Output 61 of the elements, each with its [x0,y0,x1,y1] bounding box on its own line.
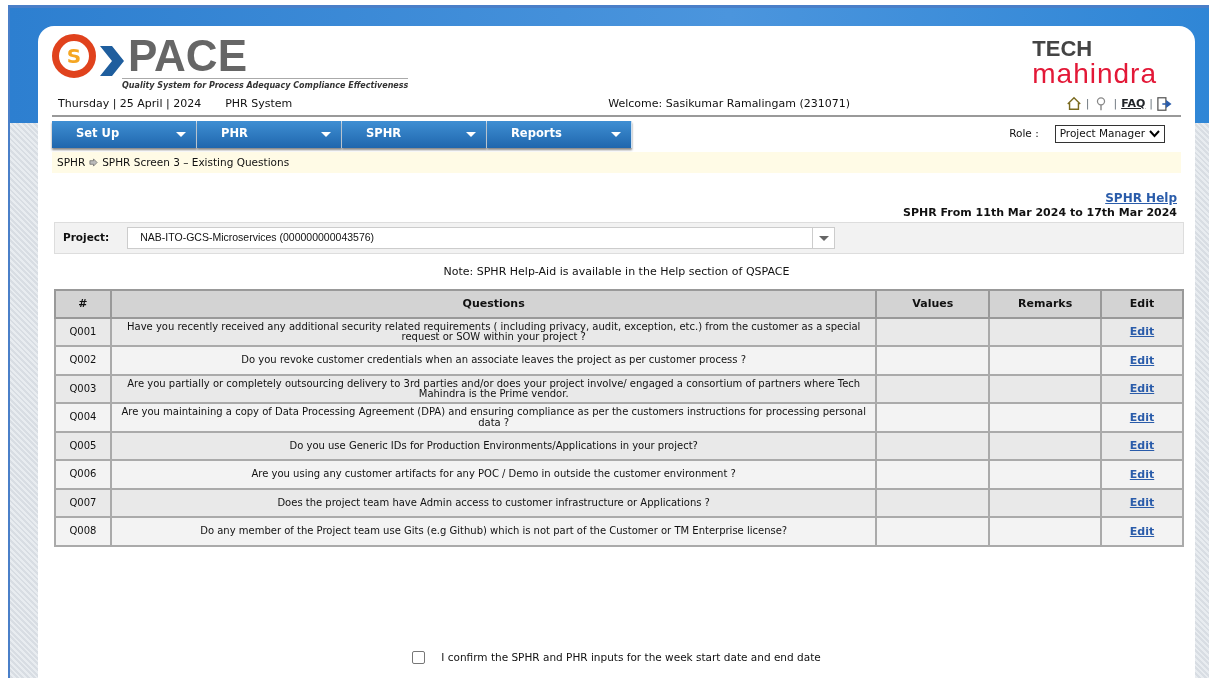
separator: | [1113,96,1118,112]
period-text: SPHR From 11th Mar 2024 to 17th Mar 2024 [903,207,1177,219]
project-select[interactable]: NAB-ITO-GCS-Microservices (000000000043576) [127,227,836,250]
menu-button[interactable]: SPHR [342,120,487,148]
question-text: Are you maintaining a copy of Data Processing Agreement (DPA) and ensuring compliance as per the customers instructions for processing personal data ? [110,403,877,432]
date-text: Thursday | 25 April | 2024 [58,96,202,112]
edit-link[interactable]: Edit [1129,325,1155,339]
welcome-text: Welcome: Sasikumar Ramalingam (231071) [608,96,850,112]
edit-link[interactable]: Edit [1129,467,1155,481]
edit-link[interactable]: Edit [1129,410,1155,424]
question-id: Q004 [55,403,111,432]
page-title: SPHR Screen 3 – Existing Questions [102,154,290,170]
role-label: Role : [1009,126,1039,142]
question-id: Q005 [55,431,111,461]
question-text: Have you recently received any additional security related requirements ( including privacy, audit, exception, etc.) from the customer as a special request or SOW within your project ? [110,317,877,347]
column-header: Remarks [989,289,1102,318]
menu-button[interactable]: PHR [197,120,342,148]
chevron-icon [98,44,126,78]
question-id: Q001 [55,317,111,347]
edit-link[interactable]: Edit [1129,496,1155,510]
system-name: PHR System [225,96,293,112]
note-text: Note: SPHR Help-Aid is available in the Help section of QSPACE [442,264,791,281]
column-header: Edit [1101,289,1183,318]
menu-button[interactable]: Reports [487,120,632,148]
project-label: Project: [63,230,110,246]
home-icon[interactable] [1065,96,1082,113]
edit-link[interactable]: Edit [1129,353,1155,367]
edit-link[interactable]: Edit [1129,524,1155,538]
help-link[interactable]: SPHR Help [1105,189,1177,208]
question-id: Q008 [55,517,111,546]
question-text: Are you using any customer artifacts for any POC / Demo in outside the customer environment ? [110,460,877,489]
brand-name: TECH [1032,38,1094,60]
column-header: Questions [110,289,877,318]
brand-name: mahindra [1032,60,1157,88]
question-id: Q007 [55,488,111,518]
column-header: # [55,289,111,318]
confirm-label: I confirm the SPHR and PHR inputs for the week start date and end date [441,652,821,663]
separator: | [1085,96,1090,112]
menu-button[interactable]: Set Up [52,120,197,148]
logo-letter: S [52,34,96,78]
confirm-checkbox[interactable] [412,650,426,664]
separator: | [1149,96,1153,112]
chevron-down-icon [1149,130,1160,138]
edit-link[interactable]: Edit [1129,439,1155,453]
question-id: Q006 [55,460,111,489]
logout-icon[interactable] [1157,96,1173,113]
logo-tagline: Quality System for Process Adequacy Compliance Effectiveness [122,78,409,92]
question-text: Does the project team have Admin access to customer infrastructure or Applications ? [110,488,877,518]
column-header: Values [876,289,990,318]
edit-link[interactable]: Edit [1129,382,1155,396]
question-text: Are you partially or completely outsourcing delivery to 3rd parties and/or does your project involve/ engaged a consortium of partners where Tech Mahindra is the Prime vendor. [110,374,877,404]
question-id: Q002 [55,346,111,375]
arrow-icon [89,157,99,167]
question-text: Do you use Generic IDs for Production Environments/Applications in your project? [110,431,877,461]
logo-word: PACE [128,34,247,78]
breadcrumb-link[interactable]: SPHR [57,154,86,171]
faq-link[interactable]: FAQ [1121,96,1146,113]
question-text: Do you revoke customer credentials when an associate leaves the project as per customer process ? [110,346,877,375]
question-text: Do any member of the Project team use Gits (e.g Github) which is not part of the Customer or TM Enterprise license? [110,517,877,546]
role-select[interactable]: Project Manager [1054,125,1165,143]
question-id: Q003 [55,374,111,404]
